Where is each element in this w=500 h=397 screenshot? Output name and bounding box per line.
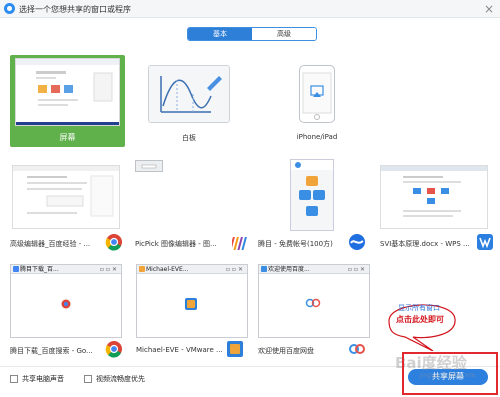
window-thumbnail <box>12 165 120 229</box>
window-thumbnail <box>135 160 163 172</box>
annotation-highlight-box <box>402 352 498 395</box>
window-thumbnail-title: 欢迎使用百度... <box>268 266 310 273</box>
vmware-icon <box>139 266 145 272</box>
window-item-label: 腾目 - 免费帐号(100方) <box>258 240 333 248</box>
share-option-iphone-label: iPhone/iPad <box>296 133 338 141</box>
window-thumbnail-titlebar: 欢迎使用百度... ▫▫✕ <box>259 265 369 274</box>
tencent-meeting-icon <box>348 233 366 251</box>
mode-tabs: 基本 高级 <box>187 27 317 41</box>
window-thumbnail <box>380 165 488 229</box>
share-option-whiteboard[interactable]: 白板 <box>148 65 232 145</box>
app-logo-icon <box>4 3 15 14</box>
window-item[interactable]: 欢迎使用百度... ▫▫✕ 欢迎使用百度网盘 <box>258 264 373 359</box>
baidu-netdisk-icon <box>261 266 267 272</box>
window-thumbnail-title: 腾目下载_百... <box>20 266 59 273</box>
tab-basic[interactable]: 基本 <box>188 28 252 40</box>
chrome-icon <box>13 266 19 272</box>
window-item-label: Michael-EVE - VMware ... <box>136 346 223 354</box>
vmware-icon <box>226 340 244 358</box>
window-controls-icon: ▫▫✕ <box>347 266 367 273</box>
video-smooth-checkbox[interactable] <box>84 375 92 383</box>
close-icon[interactable]: × <box>484 2 494 16</box>
share-option-whiteboard-label: 白板 <box>182 134 196 142</box>
annotation-text: 点击此处即可 <box>396 314 444 324</box>
window-item[interactable]: PicPick 图像编辑器 - 图... <box>135 157 250 252</box>
window-item-label: 欢迎使用百度网盘 <box>258 347 314 355</box>
share-option-iphone[interactable]: iPhone/iPad <box>282 65 352 145</box>
share-audio-label: 共享电脑声音 <box>22 375 64 383</box>
window-thumbnail-title: Michael-EVE... <box>146 266 189 273</box>
wps-icon <box>476 233 494 251</box>
window-thumbnail-titlebar: Michael-EVE... ▫▫✕ <box>137 265 247 274</box>
window-item-label: 腾目下载_百度搜索 - Go... <box>10 347 93 355</box>
video-smooth-label: 视频流畅度优先 <box>96 375 145 383</box>
window-title: 选择一个您想共享的窗口或程序 <box>19 5 131 14</box>
show-all-windows-link[interactable]: 显示所有窗口 <box>398 303 440 313</box>
share-option-screen[interactable]: 屏幕 <box>10 55 125 147</box>
baidu-netdisk-icon <box>348 340 366 358</box>
window-item-label: 高级编辑器_百度经验 - ... <box>10 240 91 248</box>
iphone-icon <box>299 65 335 123</box>
window-item[interactable]: SVI基本原理.docx - WPS ... <box>380 157 495 252</box>
window-controls-icon: ▫▫✕ <box>99 266 119 273</box>
share-option-screen-label: 屏幕 <box>59 133 76 142</box>
window-item-label: PicPick 图像编辑器 - 图... <box>135 240 217 248</box>
window-thumbnail-titlebar: 腾目下载_百... ▫▫✕ <box>11 265 121 274</box>
window-controls-icon: ▫▫✕ <box>225 266 245 273</box>
window-item[interactable]: 腾目 - 免费帐号(100方) <box>258 157 373 252</box>
chrome-icon <box>105 340 123 358</box>
title-bar: 选择一个您想共享的窗口或程序 × <box>0 0 500 18</box>
window-thumbnail <box>290 159 334 231</box>
window-item[interactable]: Michael-EVE... ▫▫✕ Michael-EVE - VMware … <box>136 264 251 359</box>
tab-advanced[interactable]: 高级 <box>252 28 316 40</box>
window-item-label: SVI基本原理.docx - WPS ... <box>380 240 470 248</box>
whiteboard-icon <box>148 65 230 123</box>
share-audio-checkbox[interactable] <box>10 375 18 383</box>
window-thumbnail: 欢迎使用百度... ▫▫✕ <box>258 264 370 338</box>
window-thumbnail: Michael-EVE... ▫▫✕ <box>136 264 248 338</box>
screen-thumbnail <box>15 58 120 126</box>
window-item[interactable]: 高级编辑器_百度经验 - ... <box>10 157 125 252</box>
picpick-icon <box>229 233 250 251</box>
window-item[interactable]: 腾目下载_百... ▫▫✕ 腾目下载_百度搜索 - Go... <box>10 264 125 359</box>
window-thumbnail: 腾目下载_百... ▫▫✕ <box>10 264 122 338</box>
chrome-icon <box>105 233 123 251</box>
